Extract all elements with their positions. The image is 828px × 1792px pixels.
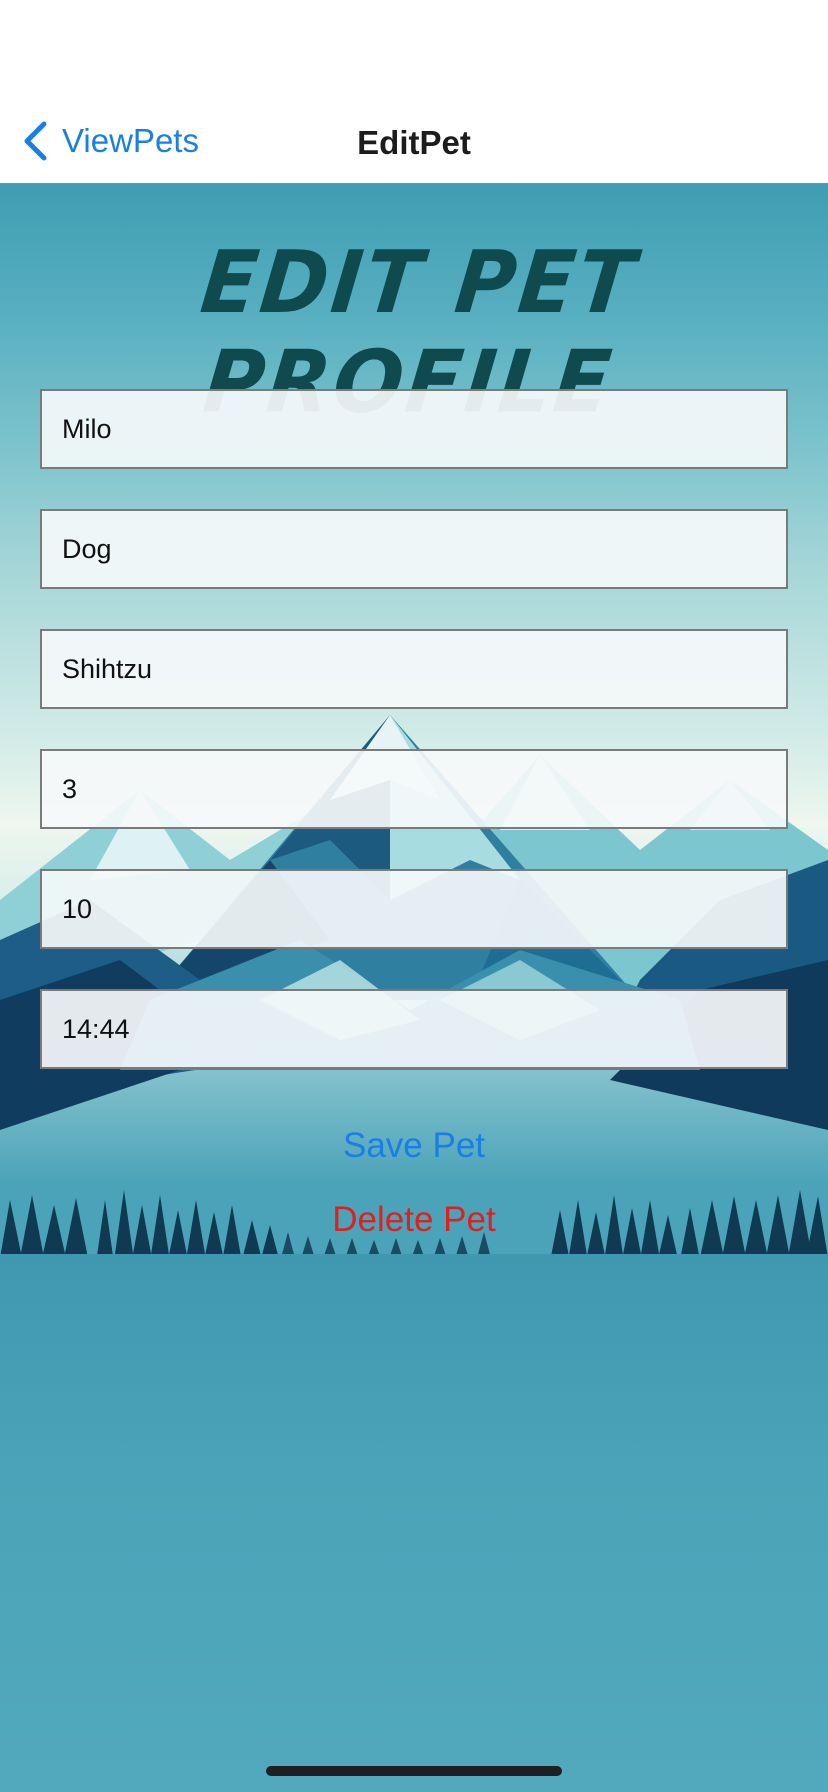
pet-weight-field[interactable]: 10 (40, 869, 788, 949)
pet-breed-field[interactable]: Shihtzu (40, 629, 788, 709)
home-indicator (266, 1766, 562, 1776)
pet-age-value: 3 (62, 773, 78, 804)
navigation-bar: ViewPets EditPet (0, 100, 828, 184)
save-pet-button[interactable]: Save Pet (0, 1126, 828, 1166)
delete-pet-button[interactable]: Delete Pet (0, 1200, 828, 1240)
pet-name-value: Milo (62, 413, 112, 444)
lake (0, 1254, 828, 1792)
pet-age-field[interactable]: 3 (40, 749, 788, 829)
pet-species-value: Dog (62, 533, 112, 564)
pet-weight-value: 10 (62, 893, 93, 924)
pet-time-field[interactable]: 14:44 (40, 989, 788, 1069)
pet-name-field[interactable]: Milo (40, 389, 788, 469)
pet-species-field[interactable]: Dog (40, 509, 788, 589)
nav-title: EditPet (357, 124, 471, 161)
status-bar-area (0, 0, 828, 100)
pet-time-value: 14:44 (62, 1013, 130, 1044)
pet-breed-value: Shihtzu (62, 653, 153, 684)
